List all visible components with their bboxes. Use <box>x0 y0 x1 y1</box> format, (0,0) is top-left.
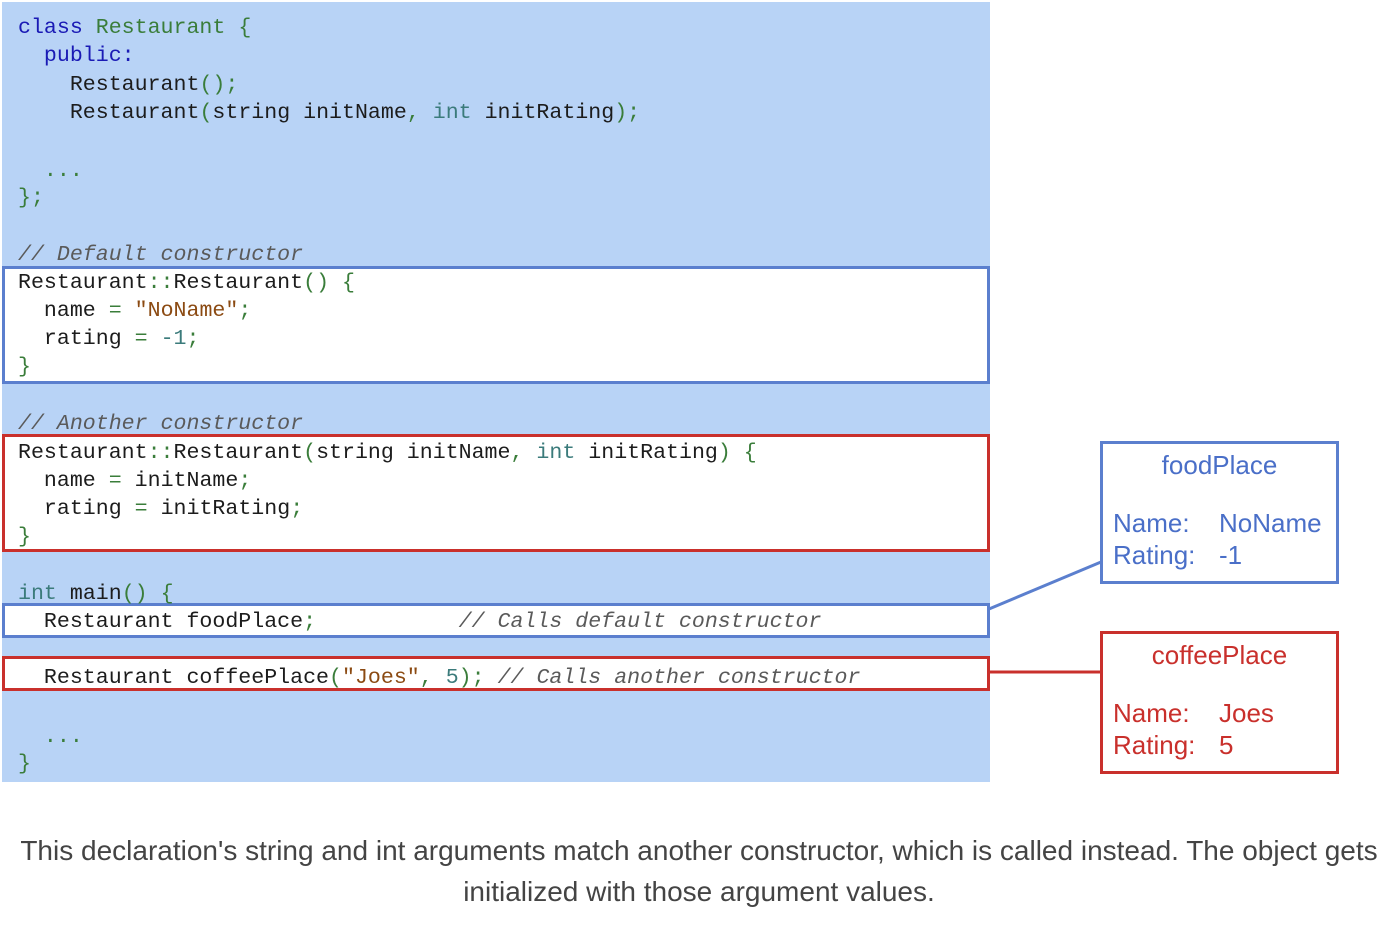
foodplace-connector <box>988 560 1102 611</box>
object-title: foodPlace <box>1161 450 1278 480</box>
object-rating-row: Rating: -1 <box>1113 540 1242 571</box>
name-value: NoName <box>1219 508 1322 538</box>
name-label: Name: <box>1113 508 1190 538</box>
object-name-row: Name: Joes <box>1113 698 1274 729</box>
foodplace-object: foodPlace Name: NoName Rating: -1 <box>1100 441 1339 584</box>
rating-value: 5 <box>1219 730 1234 760</box>
object-name-row: Name: NoName <box>1113 508 1322 539</box>
rating-label: Rating: <box>1113 540 1196 570</box>
rating-label: Rating: <box>1113 730 1196 760</box>
name-label: Name: <box>1113 698 1190 728</box>
object-title: coffeePlace <box>1151 640 1288 670</box>
coffeeplace-object: coffeePlace Name: Joes Rating: 5 <box>1100 631 1339 774</box>
caption: This declaration's string and int argume… <box>20 835 1378 907</box>
rating-value: -1 <box>1219 540 1243 570</box>
name-value: Joes <box>1219 698 1274 728</box>
object-rating-row: Rating: 5 <box>1113 730 1233 761</box>
